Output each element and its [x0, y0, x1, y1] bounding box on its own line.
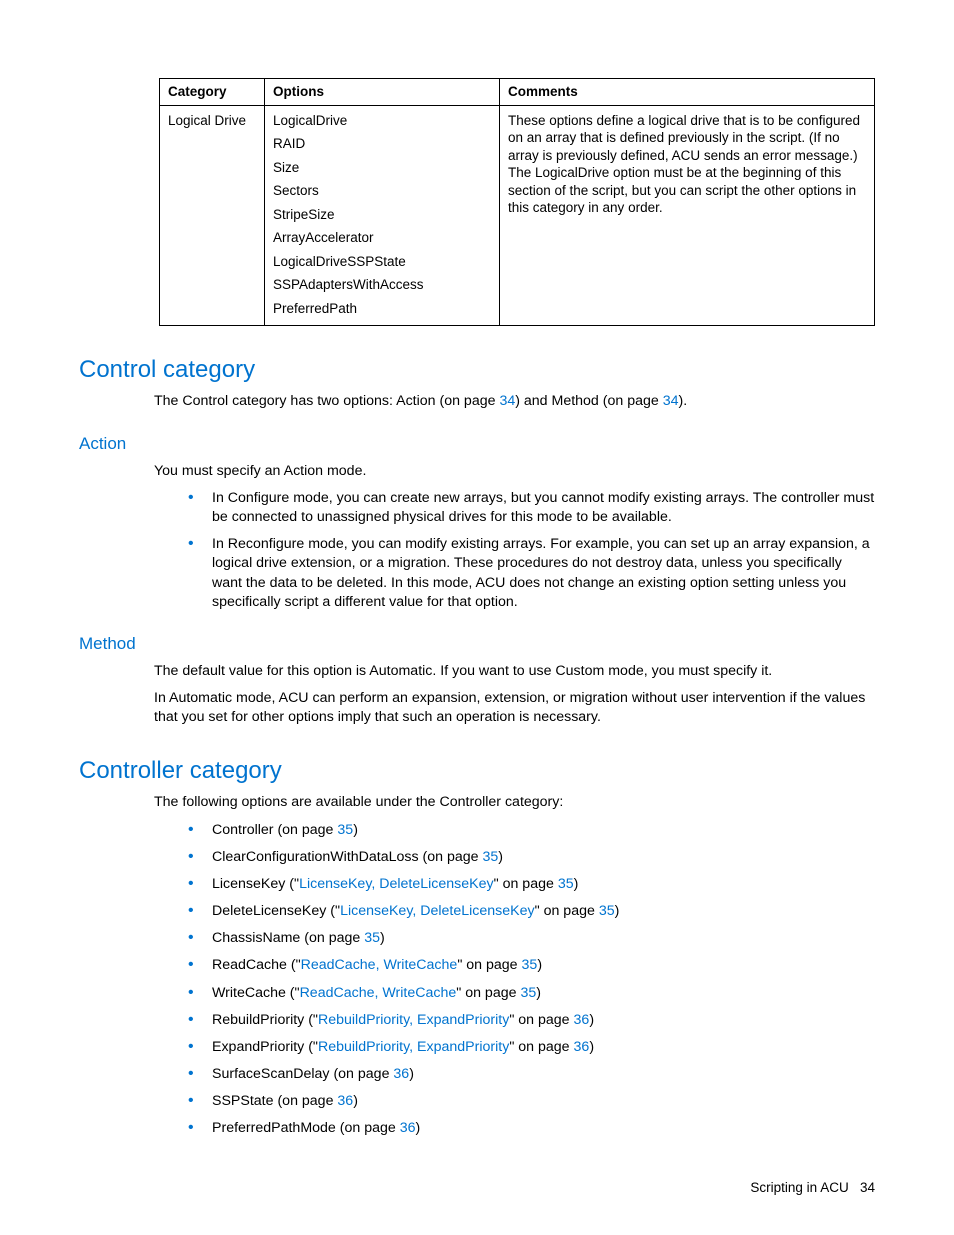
link-topic[interactable]: ReadCache, WriteCache: [301, 957, 458, 973]
footer-page: 34: [860, 1180, 875, 1195]
link-topic[interactable]: RebuildPriority, ExpandPriority: [318, 1039, 509, 1055]
link-topic[interactable]: RebuildPriority, ExpandPriority: [318, 1012, 509, 1028]
cell-options: LogicalDrive RAID Size Sectors StripeSiz…: [265, 105, 500, 326]
list-item: ChassisName (on page 35): [188, 929, 875, 948]
options-table: Category Options Comments Logical Drive …: [159, 78, 875, 326]
list-item: ReadCache ("ReadCache, WriteCache" on pa…: [188, 956, 875, 975]
opt: LogicalDriveSSPState: [273, 253, 491, 271]
link-page[interactable]: 36: [574, 1012, 590, 1028]
heading-method: Method: [79, 634, 875, 654]
list-item: RebuildPriority ("RebuildPriority, Expan…: [188, 1011, 875, 1030]
opt: Sectors: [273, 182, 491, 200]
cell-comments: These options define a logical drive tha…: [500, 105, 875, 326]
heading-controller-category: Controller category: [79, 757, 875, 785]
link-page[interactable]: 35: [599, 903, 615, 919]
link-page[interactable]: 35: [364, 930, 380, 946]
th-options: Options: [265, 79, 500, 106]
footer: Scripting in ACU 34: [750, 1180, 875, 1195]
link-page[interactable]: 36: [393, 1066, 409, 1082]
list-item: PreferredPathMode (on page 36): [188, 1119, 875, 1138]
footer-text: Scripting in ACU: [750, 1180, 848, 1195]
link-page[interactable]: 36: [574, 1039, 590, 1055]
controller-intro: The following options are available unde…: [154, 793, 875, 812]
opt: LogicalDrive: [273, 112, 491, 130]
cell-category: Logical Drive: [160, 105, 265, 326]
link-page[interactable]: 35: [483, 849, 499, 865]
list-item: Controller (on page 35): [188, 821, 875, 840]
action-list: In Configure mode, you can create new ar…: [188, 489, 875, 612]
method-p2: In Automatic mode, ACU can perform an ex…: [154, 689, 875, 727]
action-intro: You must specify an Action mode.: [154, 462, 875, 481]
th-comments: Comments: [500, 79, 875, 106]
opt: StripeSize: [273, 206, 491, 224]
link-topic[interactable]: LicenseKey, DeleteLicenseKey: [340, 903, 535, 919]
link-page[interactable]: 36: [400, 1120, 416, 1136]
opt: PreferredPath: [273, 300, 491, 318]
method-p1: The default value for this option is Aut…: [154, 662, 875, 681]
controller-list: Controller (on page 35) ClearConfigurati…: [188, 821, 875, 1139]
list-item: DeleteLicenseKey ("LicenseKey, DeleteLic…: [188, 902, 875, 921]
link-topic[interactable]: ReadCache, WriteCache: [300, 985, 457, 1001]
heading-control-category: Control category: [79, 356, 875, 384]
list-item: In Configure mode, you can create new ar…: [188, 489, 875, 527]
link-page[interactable]: 35: [337, 822, 353, 838]
control-intro: The Control category has two options: Ac…: [154, 392, 875, 411]
link-page-34a[interactable]: 34: [499, 393, 515, 409]
opt: RAID: [273, 135, 491, 153]
list-item: ClearConfigurationWithDataLoss (on page …: [188, 848, 875, 867]
list-item: LicenseKey ("LicenseKey, DeleteLicenseKe…: [188, 875, 875, 894]
opt: ArrayAccelerator: [273, 229, 491, 247]
list-item: SurfaceScanDelay (on page 36): [188, 1065, 875, 1084]
list-item: SSPState (on page 36): [188, 1092, 875, 1111]
opt: SSPAdaptersWithAccess: [273, 276, 491, 294]
heading-action: Action: [79, 434, 875, 454]
link-page[interactable]: 35: [522, 957, 538, 973]
link-page[interactable]: 35: [520, 985, 536, 1001]
th-category: Category: [160, 79, 265, 106]
link-page-34b[interactable]: 34: [663, 393, 679, 409]
link-page[interactable]: 36: [337, 1093, 353, 1109]
list-item: WriteCache ("ReadCache, WriteCache" on p…: [188, 984, 875, 1003]
link-page[interactable]: 35: [558, 876, 574, 892]
list-item: ExpandPriority ("RebuildPriority, Expand…: [188, 1038, 875, 1057]
link-topic[interactable]: LicenseKey, DeleteLicenseKey: [299, 876, 494, 892]
list-item: In Reconfigure mode, you can modify exis…: [188, 535, 875, 612]
table-row: Logical Drive LogicalDrive RAID Size Sec…: [160, 105, 875, 326]
opt: Size: [273, 159, 491, 177]
